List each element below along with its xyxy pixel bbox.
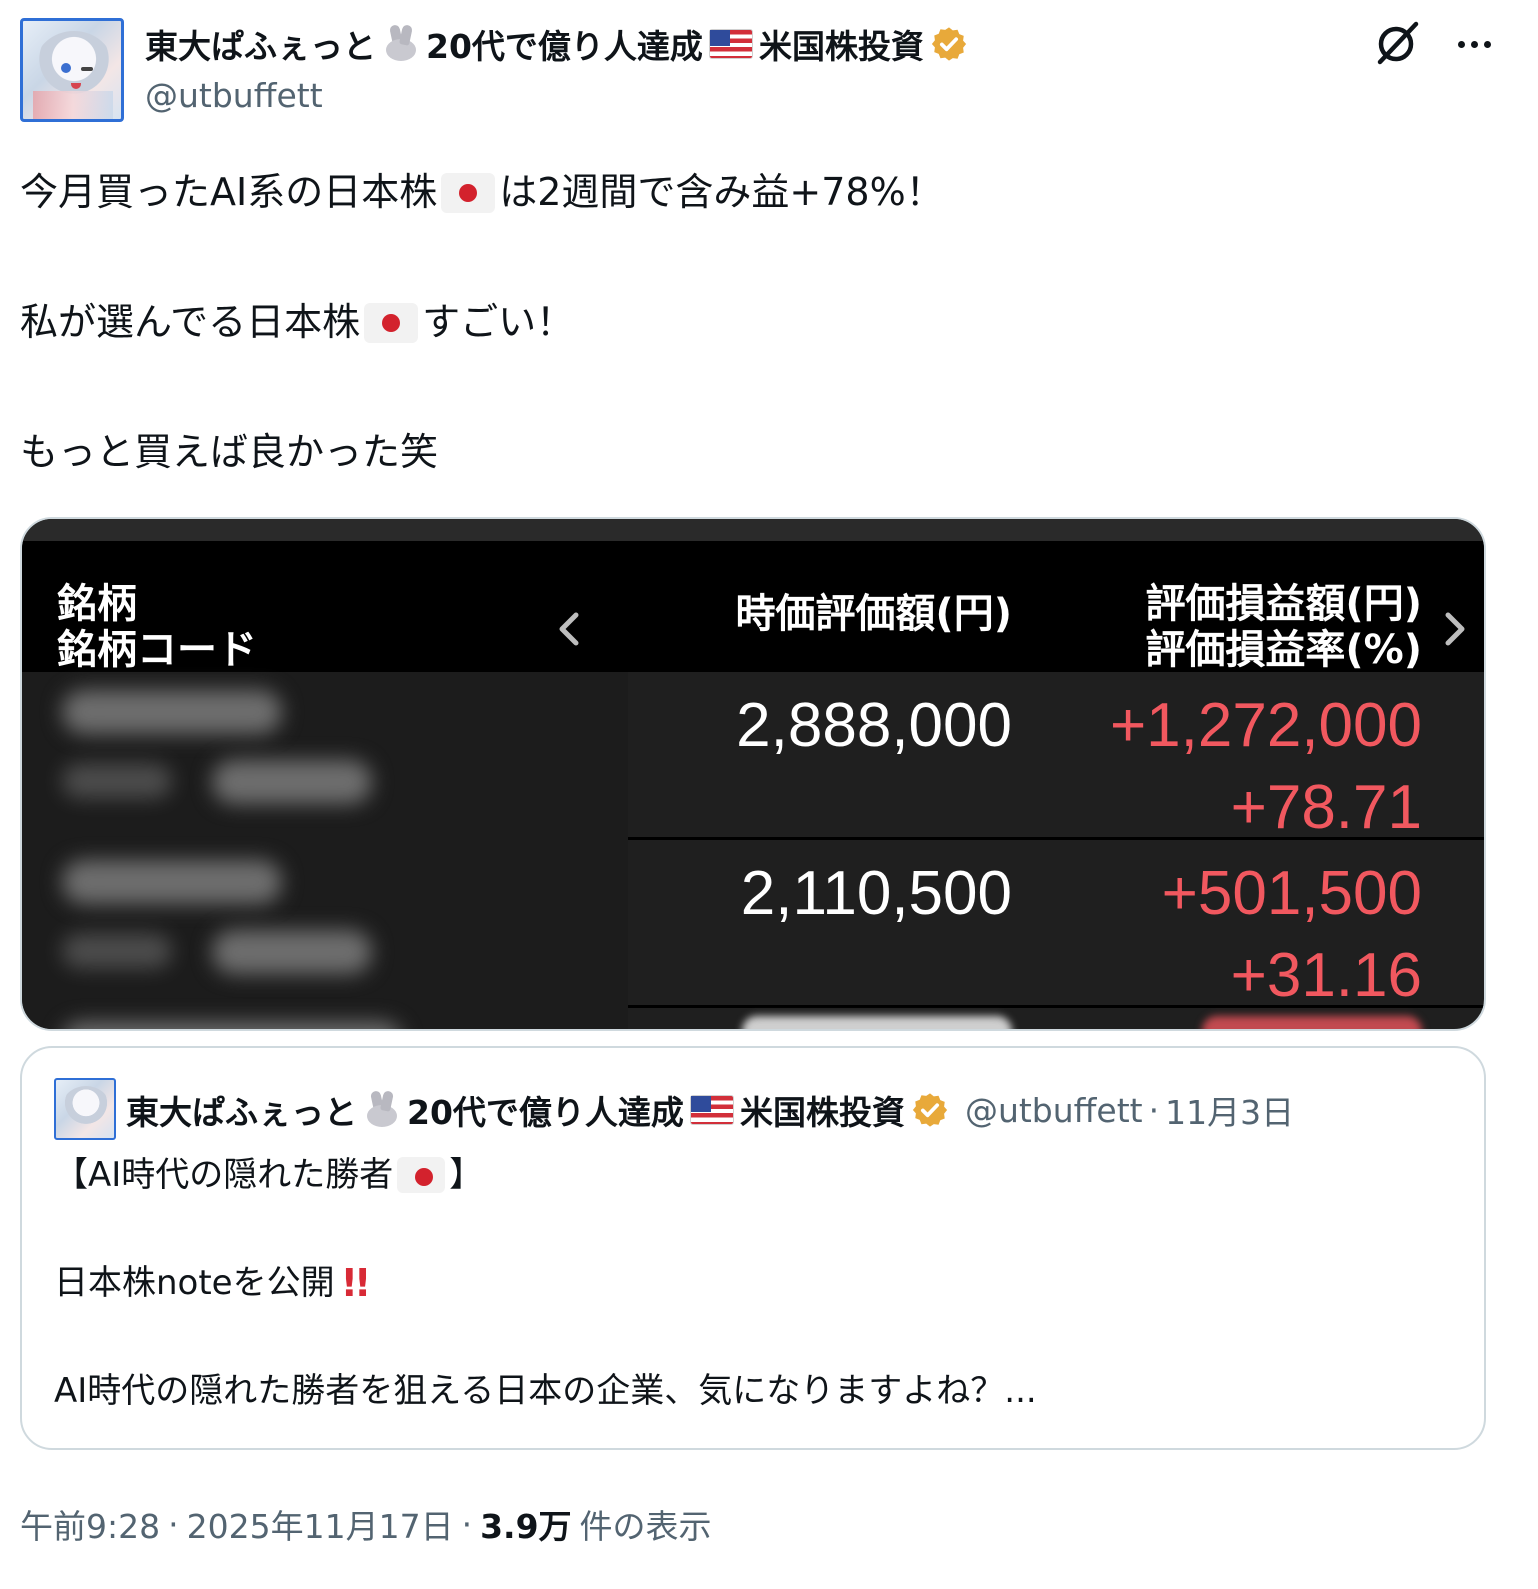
quoted-line-1-before: 【AI時代の隠れた勝者 — [54, 1155, 394, 1195]
author-name[interactable]: 東大ぱふぇっと 20代で億り人達成 米国株投資 — [145, 20, 968, 68]
rabbit-emoji-icon — [363, 1091, 401, 1129]
quoted-author-avatar — [54, 1078, 116, 1140]
tweet-line-1-before: 今月買ったAI系の日本株 — [20, 170, 438, 214]
tweet-footer: 午前9:28 · 2025年11月17日 · 3.9万 件の表示 — [20, 1500, 712, 1548]
author-name-part2: 20代で億り人達成 — [426, 27, 703, 66]
author-name-part3: 米国株投資 — [758, 27, 924, 66]
tweet-line-2: 私が選んでる日本株 すごい！ — [20, 290, 1490, 355]
quoted-date: 11月3日 — [1165, 1093, 1295, 1132]
quoted-tweet[interactable]: 東大ぱふぇっと 20代で億り人達成 米国株投資 @utbuffett · 11月… — [20, 1046, 1486, 1450]
tweet-line-3: もっと買えば良かった笑 — [20, 430, 439, 474]
double-exclamation-icon: !! — [340, 1261, 372, 1305]
quoted-author-name-part1: 東大ぱふぇっと — [126, 1093, 357, 1132]
quoted-line-1-after: 】 — [449, 1155, 484, 1195]
view-label: 件の表示 — [579, 1507, 712, 1546]
blurred-stock-name — [22, 672, 628, 840]
holding-row-partial — [22, 1008, 1484, 1029]
quoted-tweet-header: 東大ぱふぇっと 20代で億り人達成 米国株投資 @utbuffett · 11月… — [126, 1086, 1294, 1134]
author-handle[interactable]: @utbuffett — [145, 76, 323, 115]
blurred-stock-name — [22, 1008, 628, 1029]
header-pl-column: 評価損益額(円) 評価損益率(%) — [1102, 581, 1422, 673]
header-pl-line1: 評価損益額(円) — [1145, 581, 1422, 627]
blurred-stock-name — [22, 840, 628, 1008]
us-flag-icon — [708, 29, 753, 59]
tweet-line-2-before: 私が選んでる日本株 — [20, 300, 361, 344]
market-value: 2,110,500 — [740, 859, 1012, 928]
author-name-part1: 東大ぱふぇっと — [145, 27, 376, 66]
market-value: 2,888,000 — [736, 691, 1012, 760]
quoted-line-3: AI時代の隠れた勝者を狙える日本の企業、気になりますよね？... — [54, 1371, 1037, 1411]
quoted-author-name-part3: 米国株投資 — [739, 1093, 905, 1132]
view-count[interactable]: 3.9万 — [480, 1500, 571, 1548]
more-icon[interactable] — [1444, 26, 1504, 62]
profit-rate: +31.16 — [1230, 941, 1422, 1010]
tweet-line-1-after: は2週間で含み益+78%！ — [499, 170, 944, 214]
japan-flag-icon — [397, 1157, 446, 1193]
profit-amount: +501,500 — [1161, 859, 1422, 928]
profit-rate: +78.71 — [1230, 773, 1422, 842]
quoted-handle: @utbuffett — [964, 1090, 1143, 1130]
quoted-line-1: 【AI時代の隠れた勝者 】 — [54, 1148, 1454, 1202]
tweet-line-2-after: すごい！ — [422, 300, 575, 344]
rabbit-emoji-icon — [382, 25, 420, 63]
holding-row: 2,110,500 +501,500 +31.16 — [22, 840, 1484, 1010]
japan-flag-icon — [364, 302, 419, 343]
header-name-line1: 銘柄 — [57, 581, 137, 627]
quoted-tweet-text: 【AI時代の隠れた勝者 】 日本株noteを公開 !! AI時代の隠れた勝者を狙… — [54, 1148, 1454, 1418]
tweet-image[interactable]: 銘柄 銘柄コード 時価評価額(円) 評価損益額(円) 評価損益率(%) 2,88… — [20, 517, 1486, 1031]
verified-badge-icon — [911, 1091, 949, 1129]
footer-separator: · — [168, 1504, 179, 1544]
profit-amount: +1,272,000 — [1109, 691, 1422, 760]
verified-badge-icon[interactable] — [930, 25, 968, 63]
chevron-left-icon — [554, 607, 584, 651]
quoted-line-2-text: 日本株noteを公開 — [54, 1263, 335, 1303]
tweet-header: 東大ぱふぇっと 20代で億り人達成 米国株投資 @utbuffett — [20, 18, 1518, 122]
author-avatar[interactable] — [20, 18, 124, 122]
us-flag-icon — [689, 1095, 734, 1125]
quoted-line-2: 日本株noteを公開 !! — [54, 1256, 1454, 1310]
header-pl-line2: 評価損益率(%) — [1145, 627, 1422, 673]
tweet-date[interactable]: 2025年11月17日 — [187, 1500, 454, 1548]
quoted-separator: · — [1148, 1090, 1160, 1130]
tweet-time[interactable]: 午前9:28 — [20, 1500, 160, 1548]
grok-icon[interactable] — [1372, 18, 1422, 68]
holdings-table-header: 銘柄 銘柄コード 時価評価額(円) 評価損益額(円) 評価損益率(%) — [22, 541, 1484, 673]
chevron-right-icon — [1440, 607, 1470, 651]
header-name-line2: 銘柄コード — [57, 627, 257, 673]
footer-separator: · — [461, 1504, 473, 1544]
quoted-author-name-part2: 20代で億り人達成 — [407, 1093, 684, 1132]
japan-flag-icon — [441, 172, 496, 213]
tweet-line-1: 今月買ったAI系の日本株 は2週間で含み益+78%！ — [20, 160, 1490, 225]
tweet-text: 今月買ったAI系の日本株 は2週間で含み益+78%！ 私が選んでる日本株 すごい… — [20, 160, 1490, 485]
header-price-column: 時価評価額(円) — [735, 591, 1012, 637]
holding-row: 2,888,000 +1,272,000 +78.71 — [22, 672, 1484, 842]
image-top-bar — [22, 519, 1484, 541]
header-name-column: 銘柄 銘柄コード — [57, 581, 257, 673]
